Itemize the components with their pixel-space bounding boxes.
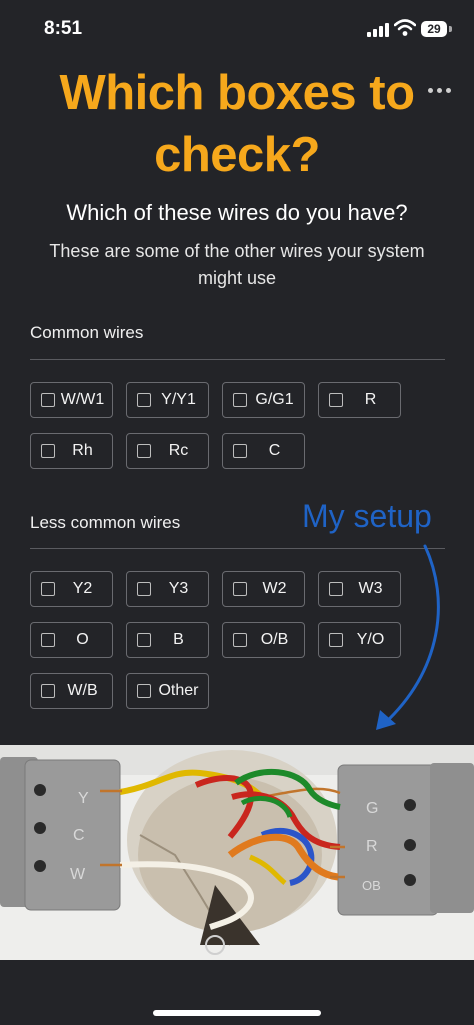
- wire-option-y2[interactable]: Y2: [30, 571, 113, 607]
- title-line-1: Which boxes to: [59, 66, 415, 120]
- checkbox-icon[interactable]: [41, 393, 55, 407]
- left-terminal-label: Y: [78, 790, 89, 807]
- checkbox-icon[interactable]: [137, 582, 151, 596]
- option-label: G/G1: [255, 391, 294, 408]
- wire-option-w-b[interactable]: W/B: [30, 673, 113, 709]
- option-label: Y/Y1: [161, 391, 196, 408]
- title-line-2: check?: [154, 128, 320, 182]
- wire-option-rh[interactable]: Rh: [30, 433, 113, 469]
- checkbox-icon[interactable]: [233, 633, 247, 647]
- common-wires-label: Common wires: [30, 323, 144, 342]
- option-label: C: [268, 442, 281, 459]
- checkbox-icon[interactable]: [329, 393, 343, 407]
- page-title: Which boxes to check?: [0, 62, 474, 186]
- right-terminal-label: G: [366, 800, 378, 817]
- wire-option-y-y1[interactable]: Y/Y1: [126, 382, 209, 418]
- wire-option-o[interactable]: O: [30, 622, 113, 658]
- option-label: W/W1: [60, 391, 105, 408]
- left-terminal-label: C: [73, 827, 85, 844]
- more-icon[interactable]: [428, 86, 452, 96]
- wire-option-r[interactable]: R: [318, 382, 401, 418]
- checkbox-icon[interactable]: [329, 582, 343, 596]
- wire-option-y3[interactable]: Y3: [126, 571, 209, 607]
- wire-option-other[interactable]: Other: [126, 673, 209, 709]
- status-bar: 8:51 29: [0, 0, 474, 60]
- checkbox-icon[interactable]: [41, 633, 55, 647]
- checkbox-icon[interactable]: [329, 633, 343, 647]
- checkbox-icon[interactable]: [41, 582, 55, 596]
- checkbox-icon[interactable]: [137, 633, 151, 647]
- right-terminal-label: R: [366, 838, 378, 855]
- wire-option-g-g1[interactable]: G/G1: [222, 382, 305, 418]
- wire-option-w-w1[interactable]: W/W1: [30, 382, 113, 418]
- checkbox-icon[interactable]: [233, 582, 247, 596]
- left-terminal-label: W: [70, 866, 86, 883]
- option-label: W2: [262, 580, 287, 597]
- checkbox-icon[interactable]: [41, 684, 55, 698]
- option-label: Rc: [168, 442, 189, 459]
- arrow-icon: [376, 544, 440, 730]
- checkbox-icon[interactable]: [137, 393, 151, 407]
- wire-option-w2[interactable]: W2: [222, 571, 305, 607]
- checkbox-icon[interactable]: [41, 444, 55, 458]
- home-indicator[interactable]: [153, 1010, 321, 1016]
- option-label: Other: [158, 682, 199, 699]
- option-label: W/B: [67, 682, 98, 699]
- wire-option-c[interactable]: C: [222, 433, 305, 469]
- option-label: O: [76, 631, 89, 648]
- battery-icon: 29: [421, 21, 447, 37]
- annotation-text: My setup: [302, 498, 432, 534]
- option-label: Y2: [72, 580, 93, 597]
- checkbox-icon[interactable]: [233, 393, 247, 407]
- right-terminal-label: OB: [362, 878, 381, 893]
- option-label: B: [173, 631, 184, 648]
- checkbox-icon[interactable]: [137, 444, 151, 458]
- wifi-icon: [394, 19, 416, 36]
- option-label: Y3: [168, 580, 189, 597]
- question-heading: Which of these wires do you have?: [66, 200, 408, 225]
- battery-cap: [449, 26, 452, 32]
- checkbox-icon[interactable]: [137, 684, 151, 698]
- signal-icon: [367, 22, 389, 37]
- option-label: Rh: [72, 442, 93, 459]
- option-label: R: [364, 391, 377, 408]
- option-label: O/B: [260, 631, 289, 648]
- wire-option-b[interactable]: B: [126, 622, 209, 658]
- subtitle: These are some of the other wires your s…: [49, 241, 425, 288]
- checkbox-icon[interactable]: [233, 444, 247, 458]
- wire-option-o-b[interactable]: O/B: [222, 622, 305, 658]
- wiring-photo: Y C W G R OB: [0, 745, 474, 960]
- status-time: 8:51: [44, 18, 83, 39]
- wire-option-rc[interactable]: Rc: [126, 433, 209, 469]
- less-common-wires-label: Less common wires: [30, 513, 181, 532]
- common-wires-divider: [30, 359, 445, 360]
